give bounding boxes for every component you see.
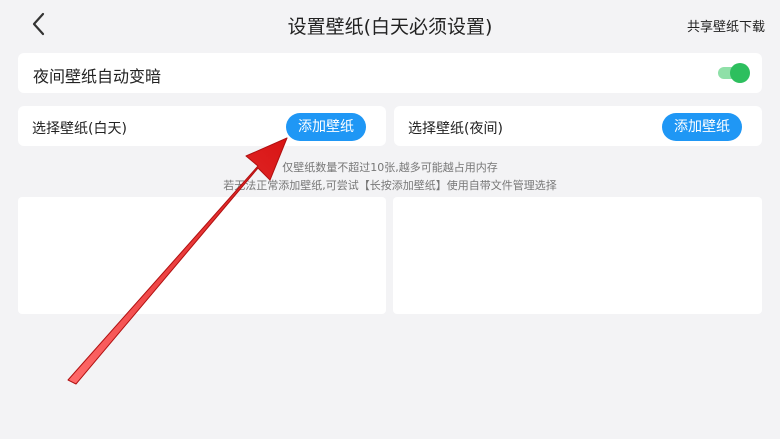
night-auto-dim-row: 夜间壁纸自动变暗: [18, 53, 762, 93]
share-wallpaper-download-link[interactable]: 共享壁纸下载: [687, 16, 765, 35]
toggle-knob: [730, 63, 750, 83]
day-wallpaper-label: 选择壁纸(白天): [32, 121, 127, 137]
night-auto-dim-label: 夜间壁纸自动变暗: [33, 67, 162, 86]
night-wallpaper-preview[interactable]: [393, 197, 762, 314]
wallpaper-count-hint: 仅壁纸数量不超过10张,越多可能越占用内存: [282, 161, 498, 174]
top-bar: 设置壁纸(白天必须设置) 共享壁纸下载: [0, 0, 780, 48]
add-night-wallpaper-button[interactable]: 添加壁纸: [662, 113, 742, 141]
long-press-hint: 若无法正常添加壁纸,可尝试【长按添加壁纸】使用自带文件管理选择: [223, 179, 557, 192]
day-wallpaper-picker: 选择壁纸(白天) 添加壁纸: [18, 106, 386, 146]
add-day-wallpaper-button[interactable]: 添加壁纸: [286, 113, 366, 141]
page-title: 设置壁纸(白天必须设置): [287, 16, 493, 38]
night-auto-dim-toggle[interactable]: [718, 63, 750, 83]
day-wallpaper-preview[interactable]: [18, 197, 386, 314]
night-wallpaper-picker: 选择壁纸(夜间) 添加壁纸: [394, 106, 762, 146]
night-wallpaper-label: 选择壁纸(夜间): [408, 121, 503, 137]
